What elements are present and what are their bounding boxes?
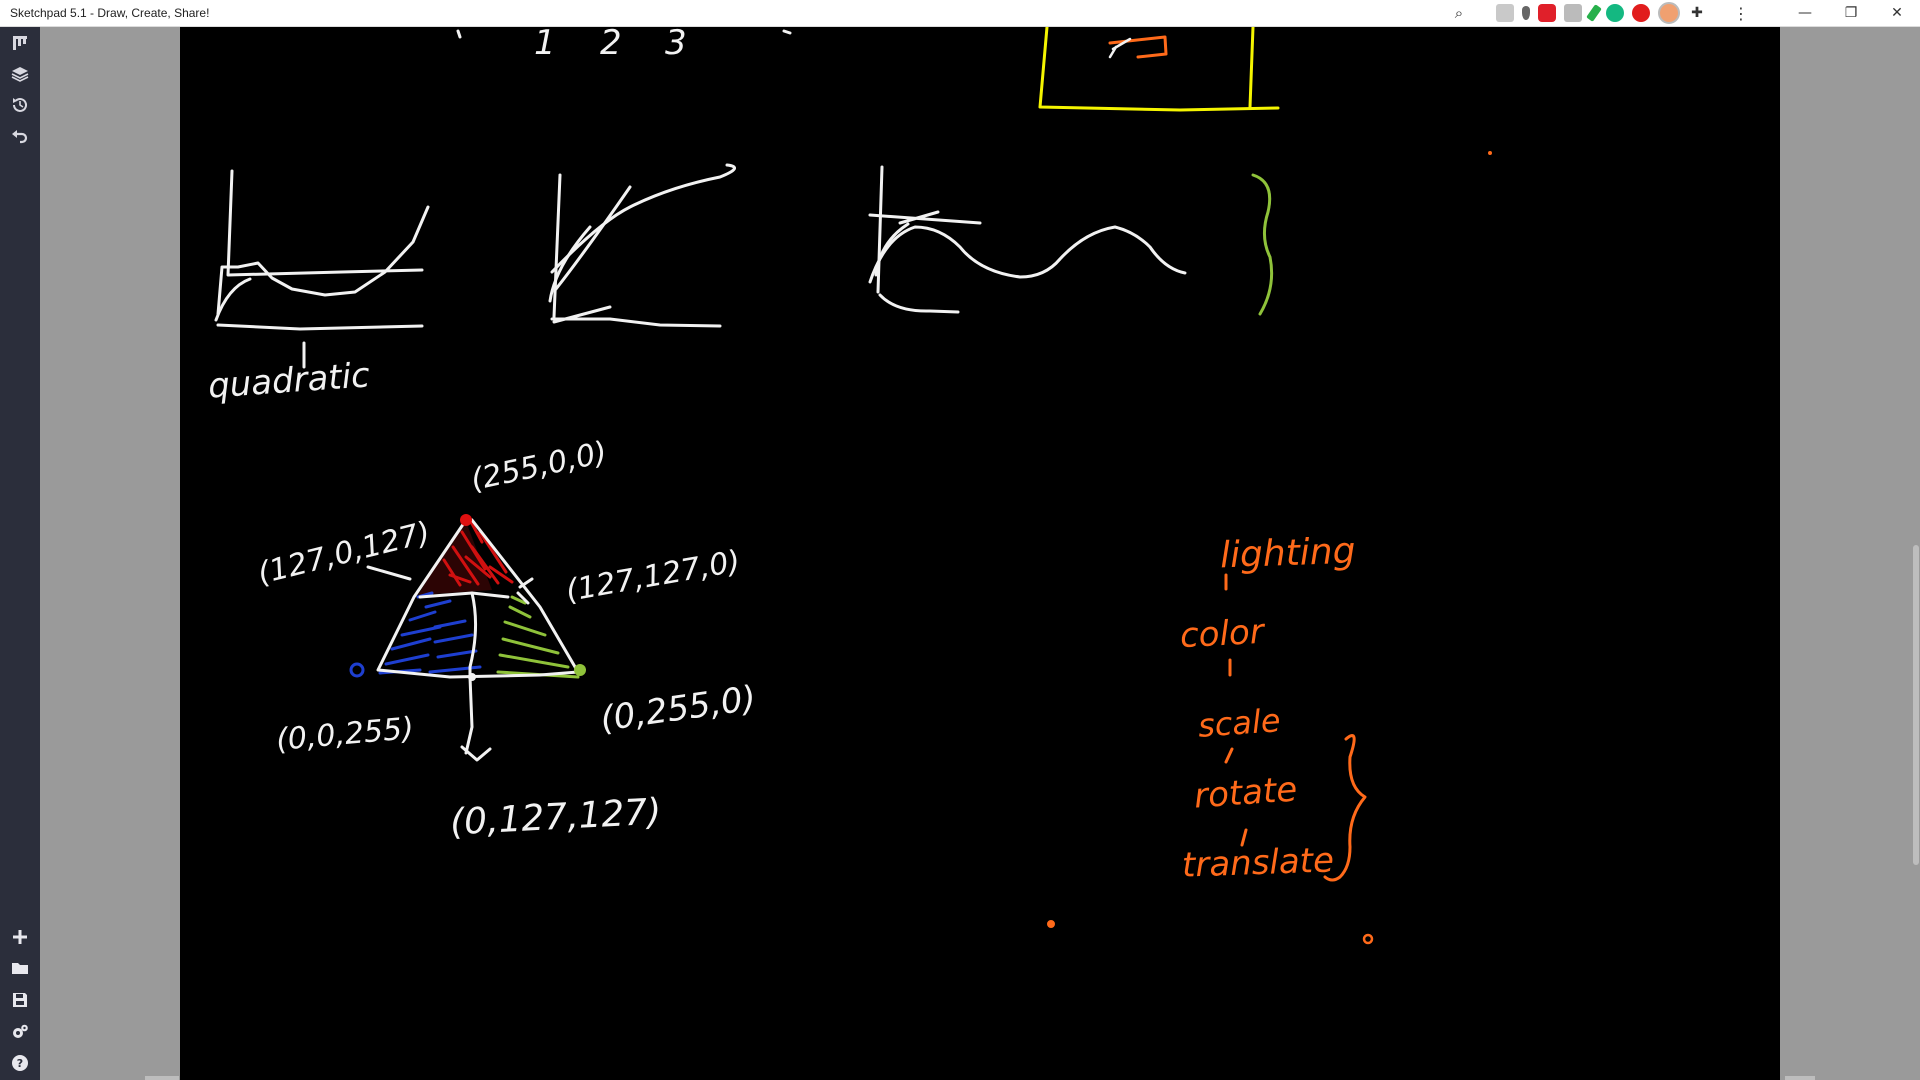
settings-icon[interactable] bbox=[8, 1020, 32, 1044]
pipeline-translate: translate bbox=[1181, 840, 1335, 886]
record-icon[interactable] bbox=[1632, 4, 1650, 22]
grammarly-icon[interactable] bbox=[1606, 4, 1624, 22]
new-icon[interactable] bbox=[8, 925, 32, 949]
browser-menu-icon[interactable]: ⋮ bbox=[1732, 4, 1750, 23]
extensions-bar: ⌕ ✚ ⋮ bbox=[1450, 2, 1750, 24]
help-icon[interactable]: ? bbox=[8, 1051, 32, 1075]
screen-capture-icon[interactable] bbox=[1564, 4, 1582, 22]
restore-button[interactable]: ❐ bbox=[1828, 0, 1874, 26]
zoom-icon[interactable]: ⌕ bbox=[1450, 4, 1468, 22]
vertical-scroll-thumb[interactable] bbox=[1913, 545, 1919, 865]
pipeline-color: color bbox=[1179, 611, 1265, 657]
extension-gray-icon[interactable] bbox=[1496, 4, 1514, 22]
window-controls: — ❐ ✕ bbox=[1782, 0, 1920, 26]
undo-icon[interactable] bbox=[8, 124, 32, 148]
minimize-button[interactable]: — bbox=[1782, 0, 1828, 26]
close-button[interactable]: ✕ bbox=[1874, 0, 1920, 26]
history-icon[interactable] bbox=[8, 93, 32, 117]
map-pin-icon[interactable] bbox=[1522, 6, 1530, 20]
tools-icon[interactable] bbox=[8, 31, 32, 55]
number-label: 3 bbox=[665, 23, 687, 63]
number-label: 1 bbox=[534, 23, 556, 63]
vertical-scrollbar[interactable] bbox=[1912, 27, 1920, 1080]
left-toolbar: ? bbox=[0, 27, 40, 1080]
svg-text:?: ? bbox=[17, 1057, 23, 1070]
drawing-canvas[interactable]: 1 2 3 quadratic (255,0,0) (127,0,127) (1… bbox=[180, 23, 1780, 1080]
ink-strokes bbox=[214, 27, 1492, 945]
youtube-icon[interactable] bbox=[1538, 4, 1556, 22]
number-label: 2 bbox=[600, 23, 622, 63]
save-icon[interactable] bbox=[8, 988, 32, 1012]
pipeline-rotate: rotate bbox=[1192, 769, 1299, 817]
profile-extension-icon[interactable] bbox=[1658, 2, 1680, 24]
puzzle-extensions-icon[interactable]: ✚ bbox=[1688, 4, 1706, 22]
title-bar: Sketchpad 5.1 - Draw, Create, Share! ⌕ ✚… bbox=[0, 0, 1920, 27]
window-title: Sketchpad 5.1 - Draw, Create, Share! bbox=[10, 6, 210, 20]
horizontal-scroll-thumb-right[interactable] bbox=[1785, 1076, 1815, 1080]
open-folder-icon[interactable] bbox=[8, 956, 32, 980]
pipeline-lighting: lighting bbox=[1219, 530, 1357, 577]
horizontal-scroll-thumb-left[interactable] bbox=[145, 1076, 179, 1080]
pen-extension-icon[interactable] bbox=[1586, 4, 1602, 22]
layers-icon[interactable] bbox=[8, 62, 32, 86]
pipeline-scale: scale bbox=[1196, 701, 1282, 745]
